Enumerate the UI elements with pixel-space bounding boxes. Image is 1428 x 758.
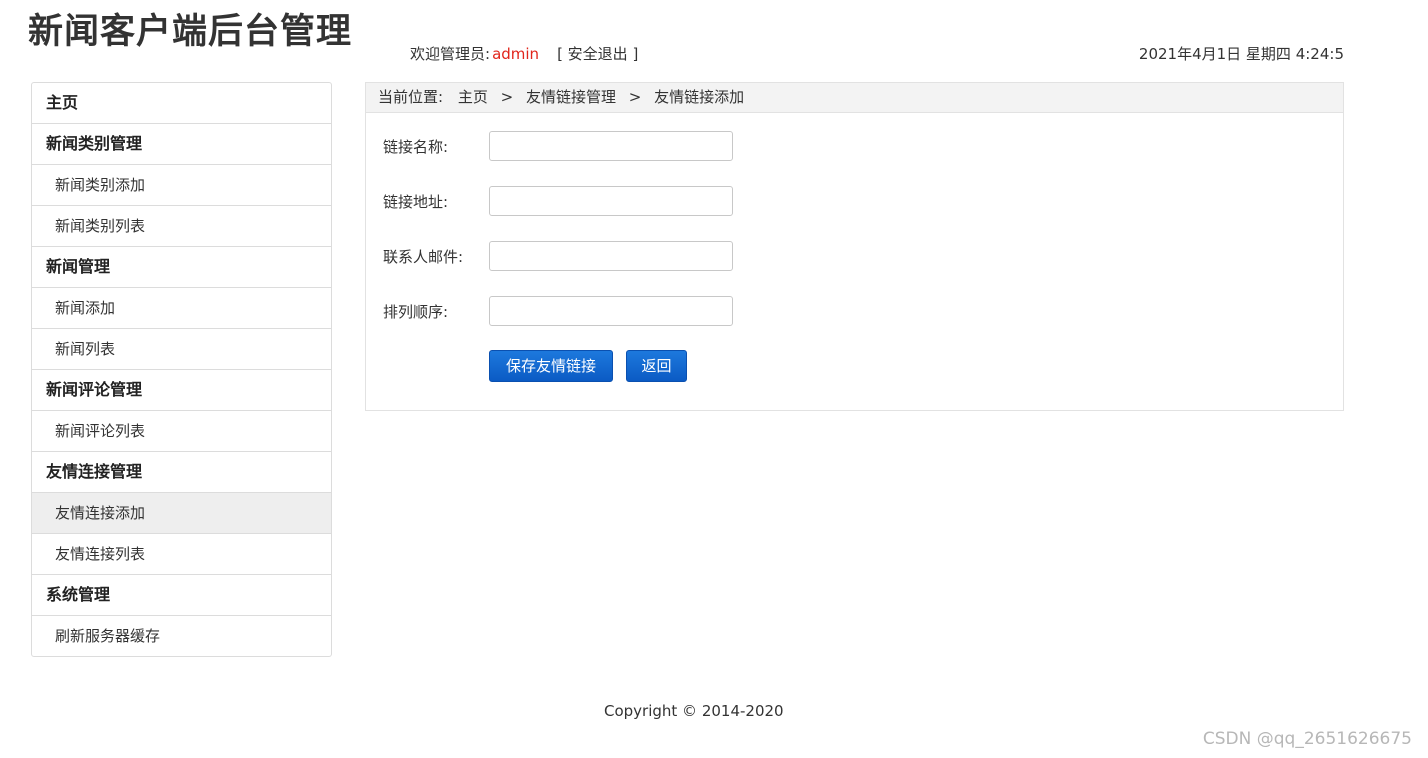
breadcrumb-current: 友情链接添加 [654,88,745,106]
sort-order-input[interactable] [489,296,733,326]
datetime: 2021年4月1日 星期四 4:24:5 [1138,45,1344,63]
sidebar-item-home[interactable]: 主页 [32,83,331,124]
breadcrumb-home[interactable]: 主页 [458,88,488,106]
logout-link[interactable]: [ 安全退出 ] [557,45,638,63]
sidebar-item-refresh-cache[interactable]: 刷新服务器缓存 [32,616,331,656]
save-link-button[interactable]: 保存友情链接 [489,350,613,382]
contact-email-input[interactable] [489,241,733,271]
sidebar-item-news-list[interactable]: 新闻列表 [32,329,331,370]
site-title: 新闻客户端后台管理 [28,12,353,52]
page: 新闻客户端后台管理 欢迎管理员: admin [ 安全退出 ] 2021年4月1日 … [0,0,1428,758]
link-url-label: 链接地址: [383,193,449,211]
welcome-bar: 欢迎管理员: admin [ 安全退出 ] [410,44,638,64]
sidebar-group-links[interactable]: 友情连接管理 [32,452,331,493]
sidebar-group-system[interactable]: 系统管理 [32,575,331,616]
footer-copyright: Copyright © 2014-2020 [604,702,784,720]
sidebar-item-news-add[interactable]: 新闻添加 [32,288,331,329]
sidebar-item-news-category-add[interactable]: 新闻类别添加 [32,165,331,206]
username: admin [492,45,540,63]
sidebar: 主页 新闻类别管理 新闻类别添加 新闻类别列表 新闻管理 新闻添加 新闻列表 新… [31,82,332,657]
back-button[interactable]: 返回 [626,350,687,382]
link-url-input[interactable] [489,186,733,216]
contact-email-label: 联系人邮件: [383,248,464,266]
sidebar-item-links-add[interactable]: 友情连接添加 [32,493,331,534]
watermark: CSDN @qq_2651626675 [1202,729,1412,749]
sidebar-group-comments[interactable]: 新闻评论管理 [32,370,331,411]
sidebar-group-news-category[interactable]: 新闻类别管理 [32,124,331,165]
sidebar-group-news[interactable]: 新闻管理 [32,247,331,288]
breadcrumb-links-manage[interactable]: 友情链接管理 [526,88,616,106]
sidebar-item-links-list[interactable]: 友情连接列表 [32,534,331,575]
breadcrumb-prefix: 当前位置: [378,88,444,106]
link-name-label: 链接名称: [383,138,449,156]
link-name-input[interactable] [489,131,733,161]
breadcrumb: 当前位置: 主页 > 友情链接管理 > 友情链接添加 [366,83,1343,113]
sidebar-item-news-category-list[interactable]: 新闻类别列表 [32,206,331,247]
sidebar-item-comments-list[interactable]: 新闻评论列表 [32,411,331,452]
breadcrumb-separator: > [628,88,642,106]
welcome-label: 欢迎管理员: [410,45,491,63]
main-panel: 当前位置: 主页 > 友情链接管理 > 友情链接添加 链接名称: 链接地址: 联… [365,82,1344,411]
breadcrumb-separator: > [500,88,514,106]
sort-order-label: 排列顺序: [383,303,449,321]
